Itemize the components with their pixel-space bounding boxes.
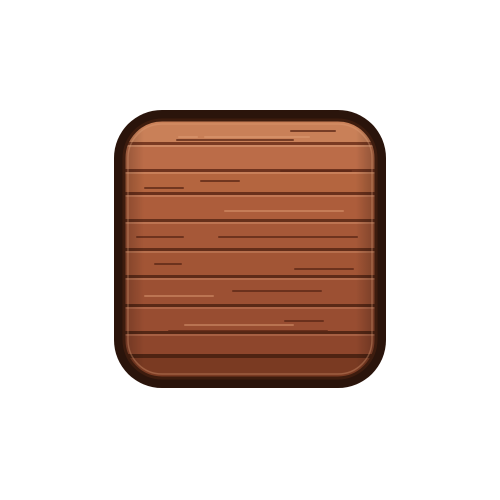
wood-face	[124, 120, 376, 378]
wood-tile-icon[interactable]	[114, 110, 386, 388]
canvas	[0, 0, 500, 500]
wood-tile-graphic	[114, 110, 386, 388]
